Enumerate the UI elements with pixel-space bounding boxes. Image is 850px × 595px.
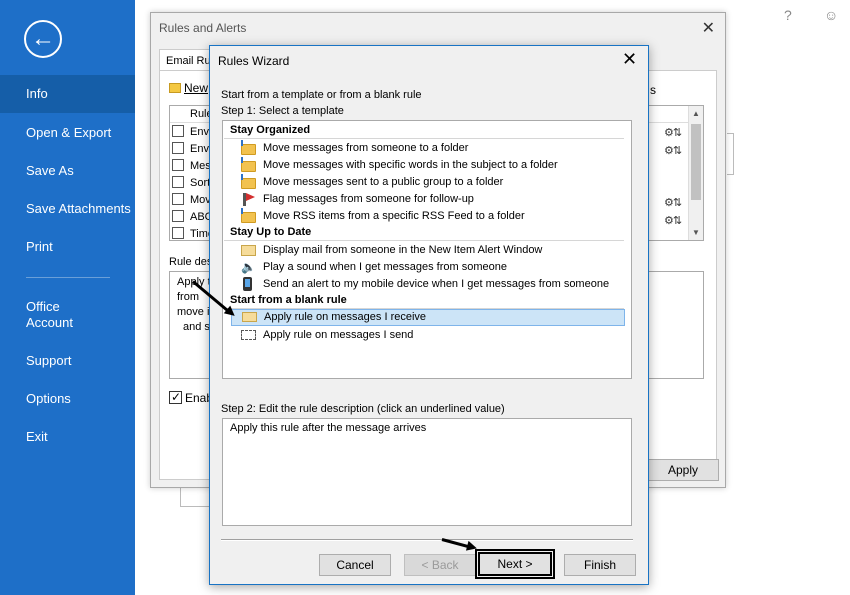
help-icon[interactable]: ? [784, 7, 792, 23]
list-item[interactable]: Sort [172, 175, 212, 192]
background-panel-stub [180, 485, 210, 507]
nav-save-attachments[interactable]: Save Attachments [0, 201, 135, 217]
scroll-up-icon[interactable]: ▲ [692, 109, 700, 118]
scroll-down-icon[interactable]: ▼ [692, 228, 700, 237]
template-apply-on-receive[interactable]: Apply rule on messages I receive [231, 309, 625, 326]
rules-wizard-dialog: Rules Wizard ✕ Start from a template or … [209, 45, 649, 585]
template-label: Move messages sent to a public group to … [263, 176, 504, 188]
folder-icon [241, 208, 256, 223]
template-label: Move messages from someone to a folder [263, 142, 469, 154]
rule-options-icon[interactable]: ⚙⇅ [664, 214, 682, 227]
rule-options-icon[interactable]: ⚙⇅ [664, 196, 682, 209]
template-move-specific-words[interactable]: Move messages with specific words in the… [231, 157, 625, 174]
folder-icon [241, 140, 256, 155]
step2-label: Step 2: Edit the rule description (click… [221, 403, 505, 415]
template-play-sound[interactable]: 🔈 Play a sound when I get messages from s… [231, 259, 625, 276]
rule-description-text: Apply this rule after the message arrive… [230, 422, 427, 434]
template-flag-follow-up[interactable]: Flag messages from someone for follow-up [231, 191, 625, 208]
list-item[interactable]: Enva [172, 141, 212, 158]
checkbox-checked[interactable] [169, 391, 182, 404]
template-label: Play a sound when I get messages from so… [263, 261, 507, 273]
back-button[interactable]: < Back [404, 554, 476, 576]
group-stay-organized: Stay Organized [224, 122, 624, 139]
nav-open-export[interactable]: Open & Export [0, 125, 135, 141]
template-list: Stay Organized Move messages from someon… [222, 120, 632, 379]
nav-separator [26, 277, 110, 278]
folder-icon [241, 174, 256, 189]
cancel-button[interactable]: Cancel [319, 554, 391, 576]
description-line: move it [177, 306, 213, 318]
scrollbar-thumb[interactable] [691, 124, 701, 200]
scrollbar[interactable]: ▲ ▼ [688, 106, 703, 240]
back-button[interactable]: ← [24, 20, 62, 58]
checkbox[interactable] [172, 159, 184, 171]
template-label: Move RSS items from a specific RSS Feed … [263, 210, 525, 222]
close-icon[interactable]: ✕ [622, 49, 637, 69]
template-move-from-someone[interactable]: Move messages from someone to a folder [231, 140, 625, 157]
nav-support[interactable]: Support [0, 353, 135, 369]
intro-text: Start from a template or from a blank ru… [221, 89, 422, 101]
envelope-send-icon [241, 330, 256, 340]
checkbox[interactable] [172, 125, 184, 137]
template-label: Display mail from someone in the New Ite… [263, 244, 543, 256]
nav-office-account[interactable]: Office Account [0, 299, 100, 331]
list-item[interactable]: ABC [172, 209, 212, 226]
wizard-title: Rules Wizard [218, 54, 290, 68]
nav-print[interactable]: Print [0, 239, 135, 255]
template-display-alert[interactable]: Display mail from someone in the New Ite… [231, 242, 625, 259]
nav-exit[interactable]: Exit [0, 429, 135, 445]
rule-name: Sort [190, 177, 211, 189]
template-label: Apply rule on messages I send [263, 329, 414, 341]
group-stay-up-to-date: Stay Up to Date [224, 224, 624, 241]
nav-info[interactable]: Info [0, 75, 135, 113]
phone-icon [243, 277, 252, 291]
checkbox[interactable] [172, 176, 184, 188]
rule-description-box: Apply this rule after the message arrive… [222, 418, 632, 526]
list-item[interactable]: Timo [172, 226, 212, 243]
template-apply-on-send[interactable]: Apply rule on messages I send [231, 327, 625, 344]
new-rule-label: New [184, 81, 209, 95]
back-arrow-icon: ← [31, 25, 55, 52]
template-label: Apply rule on messages I receive [264, 311, 427, 323]
nav-options[interactable]: Options [0, 391, 135, 407]
apply-button[interactable]: Apply [647, 459, 719, 481]
backstage-sidebar: ← Info Open & Export Save As Save Attach… [0, 0, 135, 595]
list-item[interactable]: Enva [172, 124, 212, 141]
finish-button[interactable]: Finish [564, 554, 636, 576]
template-move-rss[interactable]: Move RSS items from a specific RSS Feed … [231, 208, 625, 225]
tab-manage-alerts[interactable]: s [650, 83, 656, 97]
flag-icon [243, 193, 255, 206]
template-move-public-group[interactable]: Move messages sent to a public group to … [231, 174, 625, 191]
folder-icon [241, 157, 256, 172]
envelope-receive-icon [242, 312, 257, 322]
template-label: Send an alert to my mobile device when I… [263, 278, 610, 290]
checkbox[interactable] [172, 193, 184, 205]
list-item[interactable]: Mess [172, 158, 212, 175]
template-mobile-alert[interactable]: Send an alert to my mobile device when I… [231, 276, 625, 293]
nav-save-as[interactable]: Save As [0, 163, 135, 179]
checkbox[interactable] [172, 210, 184, 222]
checkbox[interactable] [172, 227, 184, 239]
group-blank-rule: Start from a blank rule [224, 292, 624, 309]
new-rule-icon [169, 83, 181, 93]
close-icon[interactable]: ✕ [702, 18, 715, 38]
rule-options-icon[interactable]: ⚙⇅ [664, 144, 682, 157]
template-label: Flag messages from someone for follow-up [263, 193, 474, 205]
rule-options-icon[interactable]: ⚙⇅ [664, 126, 682, 139]
background-panel-edge [727, 133, 734, 175]
step1-label: Step 1: Select a template [221, 105, 344, 117]
template-label: Move messages with specific words in the… [263, 159, 558, 171]
mail-icon [241, 245, 256, 256]
rule-name: Mov [190, 194, 211, 206]
dialog-title: Rules and Alerts [159, 21, 247, 35]
speaker-icon: 🔈 [241, 260, 256, 274]
next-button[interactable]: Next > [475, 549, 555, 579]
button-separator [221, 539, 633, 540]
checkbox[interactable] [172, 142, 184, 154]
feedback-smile-icon[interactable]: ☺ [824, 7, 838, 23]
tab-email-rules[interactable]: Email Ru [159, 49, 213, 71]
list-item[interactable]: Mov [172, 192, 212, 209]
